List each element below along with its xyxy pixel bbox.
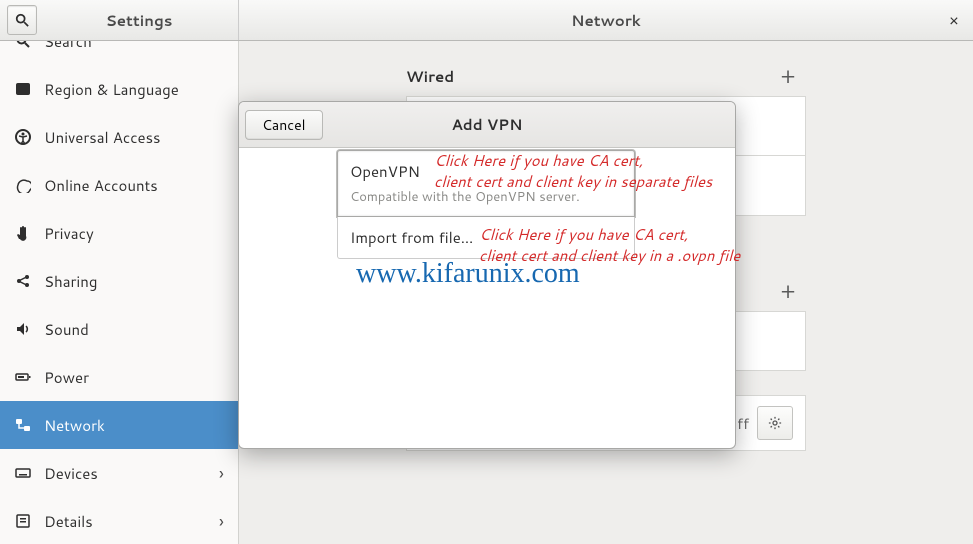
- search-icon: [14, 41, 32, 49]
- details-icon: [14, 513, 32, 529]
- sidebar-item-universal-access[interactable]: Universal Access: [0, 113, 238, 161]
- sidebar: Search Region & Language Universal Acces…: [0, 41, 239, 544]
- gear-button[interactable]: [757, 406, 793, 440]
- sidebar-item-label: Power: [44, 367, 89, 388]
- sidebar-item-online-accounts[interactable]: Online Accounts: [0, 161, 238, 209]
- watermark: www.kifarunix.com: [356, 258, 580, 290]
- sidebar-item-sound[interactable]: Sound: [0, 305, 238, 353]
- sidebar-item-details[interactable]: Details ›: [0, 497, 238, 544]
- search-button[interactable]: [7, 5, 37, 35]
- sidebar-item-label: Universal Access: [44, 127, 161, 148]
- annotation-openvpn: Click Here if you have CA cert, client c…: [434, 151, 712, 193]
- hand-icon: [14, 225, 32, 241]
- speaker-icon: [14, 321, 32, 337]
- gear-icon: [768, 416, 782, 430]
- accessibility-icon: [14, 129, 32, 145]
- sidebar-header-title: Settings: [40, 10, 238, 31]
- sidebar-item-label: Network: [44, 415, 105, 436]
- sidebar-item-label: Sharing: [44, 271, 97, 292]
- page-title: Network: [239, 10, 973, 31]
- sidebar-item-label: Sound: [44, 319, 89, 340]
- flag-icon: [14, 81, 32, 97]
- share-icon: [14, 273, 32, 289]
- chevron-right-icon: ›: [219, 508, 224, 534]
- battery-icon: [14, 369, 32, 385]
- sidebar-item-label: Privacy: [44, 223, 94, 244]
- sidebar-item-power[interactable]: Power: [0, 353, 238, 401]
- sidebar-item-sharing[interactable]: Sharing: [0, 257, 238, 305]
- sidebar-item-network[interactable]: Network: [0, 401, 238, 449]
- network-icon: [14, 417, 32, 433]
- cancel-button[interactable]: Cancel: [245, 110, 323, 140]
- cloud-icon: [14, 177, 32, 193]
- sidebar-item-label: Region & Language: [44, 79, 179, 100]
- sidebar-item-region[interactable]: Region & Language: [0, 65, 238, 113]
- search-icon: [15, 13, 29, 27]
- chevron-right-icon: ›: [219, 460, 224, 486]
- header-left: Settings: [0, 0, 239, 40]
- sidebar-item-label: Search: [44, 41, 92, 52]
- sidebar-item-privacy[interactable]: Privacy: [0, 209, 238, 257]
- window-header: Settings Network ×: [0, 0, 973, 41]
- sidebar-item-label: Online Accounts: [44, 175, 158, 196]
- keyboard-icon: [14, 465, 32, 481]
- wired-section-head: Wired +: [406, 61, 806, 92]
- wired-title: Wired: [406, 66, 454, 87]
- close-button[interactable]: ×: [949, 9, 959, 32]
- sidebar-item-devices[interactable]: Devices ›: [0, 449, 238, 497]
- dialog-header: Cancel Add VPN: [239, 102, 735, 148]
- sidebar-item-label: Details: [44, 511, 93, 532]
- sidebar-item-search[interactable]: Search: [0, 41, 238, 65]
- header-right: Network ×: [239, 0, 973, 40]
- add-wired-button[interactable]: +: [778, 61, 798, 92]
- sidebar-item-label: Devices: [44, 463, 98, 484]
- add-vpn-button[interactable]: +: [778, 276, 798, 307]
